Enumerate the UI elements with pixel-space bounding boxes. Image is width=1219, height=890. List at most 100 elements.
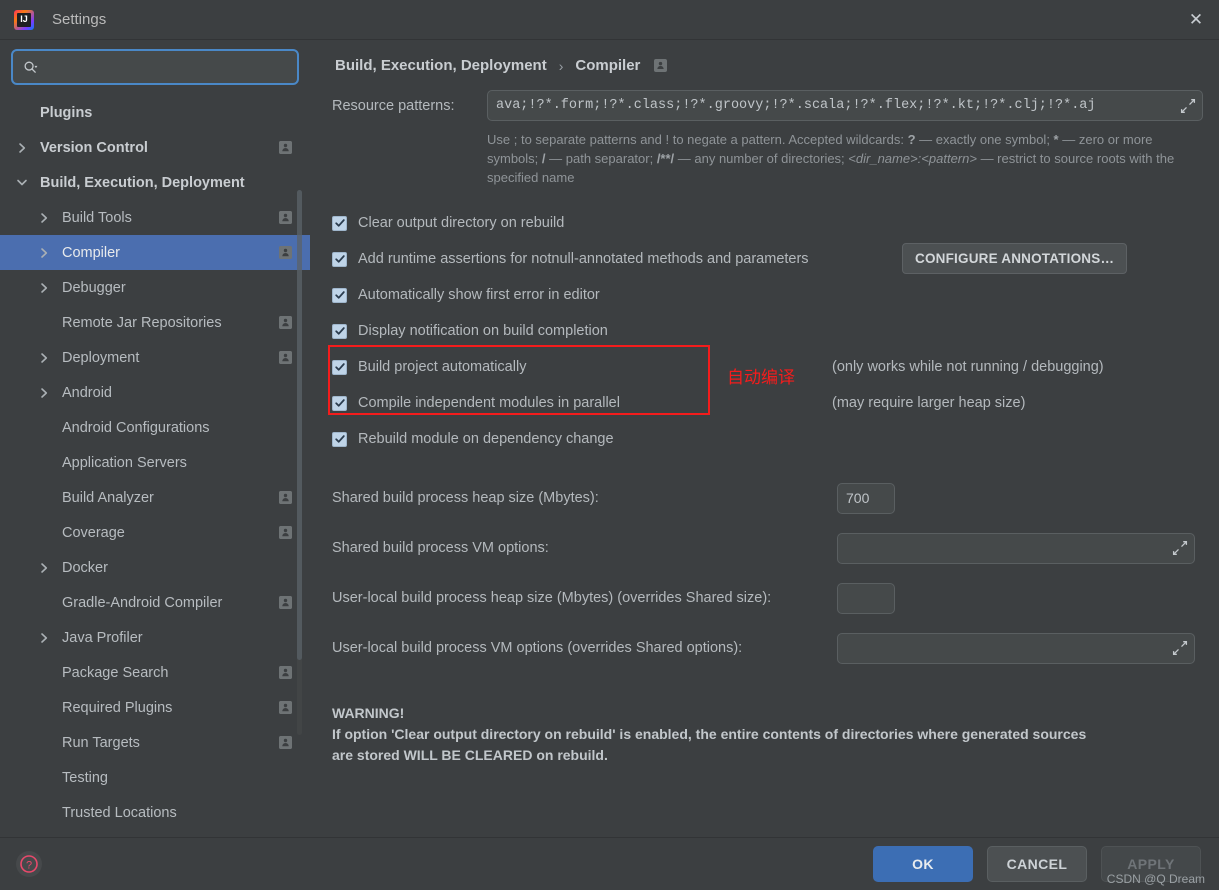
help-question-icon[interactable]: ? xyxy=(16,851,42,877)
sidebar-item-label: Testing xyxy=(62,769,108,786)
sidebar-item-testing[interactable]: Testing xyxy=(0,760,310,795)
checkbox-add-runtime-assertions-for-notnull-annot[interactable] xyxy=(332,251,347,267)
sidebar-item-label: Android xyxy=(62,384,112,401)
checkbox-clear-output-directory-on-rebuild[interactable] xyxy=(332,215,347,231)
sidebar-item-coverage[interactable]: Coverage xyxy=(0,515,310,550)
sidebar-item-trusted-locations[interactable]: Trusted Locations xyxy=(0,795,310,830)
checkbox-compile-independent-modules-in-parallel[interactable] xyxy=(332,395,347,411)
field-input[interactable] xyxy=(846,640,1170,656)
resource-patterns-field[interactable] xyxy=(487,90,1203,121)
warning-line-2: If option 'Clear output directory on reb… xyxy=(332,726,1087,742)
chevron-right-icon[interactable] xyxy=(14,142,30,154)
sidebar-item-required-plugins[interactable]: Required Plugins xyxy=(0,690,310,725)
search-container xyxy=(0,40,310,91)
checkbox-label[interactable]: Build project automatically xyxy=(358,359,526,375)
sidebar-item-label: Plugins xyxy=(40,104,93,121)
sidebar-item-application-servers[interactable]: Application Servers xyxy=(0,445,310,480)
checkbox-build-project-automatically[interactable] xyxy=(332,359,347,375)
chevron-right-icon[interactable] xyxy=(36,212,52,224)
cancel-button[interactable]: CANCEL xyxy=(987,846,1087,882)
field-shared-build-process-vm-options[interactable] xyxy=(837,532,1195,564)
checkbox-label[interactable]: Display notification on build completion xyxy=(358,323,608,339)
sidebar-item-run-targets[interactable]: Run Targets xyxy=(0,725,310,760)
checkbox-row-clear-output-directory-on-rebuild: Clear output directory on rebuild xyxy=(332,205,1203,241)
build-process-fields: Shared build process heap size (Mbytes):… xyxy=(332,473,1203,673)
field-shared-build-process-heap-size-mbytes[interactable] xyxy=(837,482,895,514)
project-scope-icon xyxy=(279,246,292,259)
settings-sidebar: Plugins Version Control Build, Execution, … xyxy=(0,40,310,837)
sidebar-item-build-tools[interactable]: Build Tools xyxy=(0,200,310,235)
sidebar-item-deployment[interactable]: Deployment xyxy=(0,340,310,375)
field-user-local-build-process-heap-size-mbytes-ove[interactable] xyxy=(837,582,895,614)
project-scope-icon xyxy=(279,666,292,679)
sidebar-item-build-analyzer[interactable]: Build Analyzer xyxy=(0,480,310,515)
resource-patterns-row: Resource patterns: xyxy=(332,90,1203,121)
sidebar-item-version-control[interactable]: Version Control xyxy=(0,130,310,165)
svg-text:?: ? xyxy=(26,859,32,871)
sidebar-item-build-execution-deployment[interactable]: Build, Execution, Deployment xyxy=(0,165,310,200)
settings-content: Build, Execution, Deployment › Compiler xyxy=(310,40,1219,837)
warning-block: WARNING! If option 'Clear output directo… xyxy=(332,703,1202,766)
warning-title: WARNING! xyxy=(332,705,405,721)
hint-dirname-pattern: <dir_name>:<pattern> xyxy=(848,151,977,166)
chevron-right-icon[interactable] xyxy=(36,562,52,574)
checkbox-automatically-show-first-error-in-editor[interactable] xyxy=(332,287,347,303)
ok-button[interactable]: OK xyxy=(873,846,973,882)
close-icon[interactable]: ✕ xyxy=(1173,0,1219,39)
hint-dirs-wildcard: /**/ xyxy=(656,151,675,166)
checkbox-label[interactable]: Add runtime assertions for notnull-annot… xyxy=(358,251,809,267)
chevron-down-icon[interactable] xyxy=(14,178,30,187)
sidebar-item-android[interactable]: Android xyxy=(0,375,310,410)
project-scope-icon xyxy=(279,351,292,364)
field-user-local-build-process-vm-options-overrides[interactable] xyxy=(837,632,1195,664)
field-label: User-local build process heap size (Mbyt… xyxy=(332,590,772,606)
expand-icon[interactable] xyxy=(1178,96,1198,116)
window-title: Settings xyxy=(52,11,107,28)
sidebar-item-label: Deployment xyxy=(62,349,140,366)
sidebar-item-java-profiler[interactable]: Java Profiler xyxy=(0,620,310,655)
chinese-annotation-label: 自动编译 xyxy=(727,368,795,388)
chevron-right-icon[interactable] xyxy=(36,282,52,294)
checkbox-label[interactable]: Automatically show first error in editor xyxy=(358,287,600,303)
sidebar-item-label: Android Configurations xyxy=(62,419,210,436)
sidebar-item-gradle-android-compiler[interactable]: Gradle-Android Compiler xyxy=(0,585,310,620)
checkbox-row-add-runtime-assertions-for-notnull-annot: Add runtime assertions for notnull-annot… xyxy=(332,241,1203,277)
search-input[interactable] xyxy=(44,59,287,75)
field-input[interactable] xyxy=(846,490,890,506)
sidebar-item-android-configurations[interactable]: Android Configurations xyxy=(0,410,310,445)
breadcrumb-current: Compiler xyxy=(575,57,641,74)
chevron-right-icon[interactable] xyxy=(36,632,52,644)
field-row-shared-build-process-vm-options: Shared build process VM options: xyxy=(332,523,1203,573)
sidebar-item-debugger[interactable]: Debugger xyxy=(0,270,310,305)
checkbox-display-notification-on-build-completion[interactable] xyxy=(332,323,347,339)
configure-annotations-button[interactable]: CONFIGURE ANNOTATIONS… xyxy=(902,243,1128,274)
field-input[interactable] xyxy=(846,590,890,606)
checkbox-label[interactable]: Rebuild module on dependency change xyxy=(358,431,614,447)
sidebar-item-remote-jar-repositories[interactable]: Remote Jar Repositories xyxy=(0,305,310,340)
sidebar-item-package-search[interactable]: Package Search xyxy=(0,655,310,690)
project-scope-icon xyxy=(279,596,292,609)
chevron-right-icon[interactable] xyxy=(36,352,52,364)
sidebar-item-docker[interactable]: Docker xyxy=(0,550,310,585)
checkbox-label[interactable]: Compile independent modules in parallel xyxy=(358,395,620,411)
sidebar-item-label: Required Plugins xyxy=(62,699,173,716)
chevron-right-icon[interactable] xyxy=(36,387,52,399)
breadcrumb: Build, Execution, Deployment › Compiler xyxy=(332,40,1219,74)
checkbox-label[interactable]: Clear output directory on rebuild xyxy=(358,215,564,231)
sidebar-item-label: Package Search xyxy=(62,664,169,681)
checkbox-rebuild-module-on-dependency-change[interactable] xyxy=(332,431,347,447)
search-box[interactable] xyxy=(11,49,299,85)
expand-icon[interactable] xyxy=(1170,638,1190,658)
apply-button: APPLY xyxy=(1101,846,1201,882)
breadcrumb-parent[interactable]: Build, Execution, Deployment xyxy=(335,57,547,74)
field-label: Shared build process VM options: xyxy=(332,540,549,556)
sidebar-item-plugins[interactable]: Plugins xyxy=(0,95,310,130)
expand-icon[interactable] xyxy=(1170,538,1190,558)
resource-patterns-input[interactable] xyxy=(496,98,1178,113)
sidebar-item-compiler[interactable]: Compiler xyxy=(0,235,310,270)
chevron-right-icon[interactable] xyxy=(36,247,52,259)
sidebar-scrollbar-thumb[interactable] xyxy=(297,190,302,660)
field-input[interactable] xyxy=(846,540,1170,556)
sidebar-item-label: Coverage xyxy=(62,524,125,541)
project-scope-icon xyxy=(279,701,292,714)
